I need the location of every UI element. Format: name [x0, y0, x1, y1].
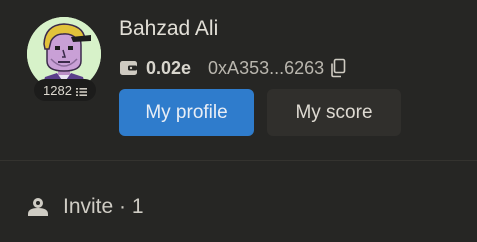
- level-badge: 1282: [34, 79, 96, 101]
- level-bars-icon: [75, 85, 87, 96]
- wallet-row: 0.02e 0xA353...6263: [119, 56, 346, 80]
- section-divider: [0, 160, 477, 161]
- wallet-icon: [119, 59, 139, 77]
- wallet-balance: 0.02e: [146, 57, 192, 78]
- invite-item[interactable]: Invite · 1: [27, 193, 144, 221]
- level-value: 1282: [43, 82, 72, 98]
- profile-card: 1282 Bahzad Ali 0.02e 0xA353...6263 My p…: [0, 0, 477, 160]
- invite-label: Invite · 1: [63, 195, 144, 218]
- wallet-address[interactable]: 0xA353...6263: [208, 58, 324, 79]
- user-plus-icon: [27, 197, 49, 217]
- user-name: Bahzad Ali: [119, 17, 219, 40]
- my-profile-button[interactable]: My profile: [119, 89, 254, 136]
- avatar-container[interactable]: 1282: [27, 17, 101, 103]
- copy-icon[interactable]: [330, 58, 346, 78]
- my-score-button[interactable]: My score: [267, 89, 401, 136]
